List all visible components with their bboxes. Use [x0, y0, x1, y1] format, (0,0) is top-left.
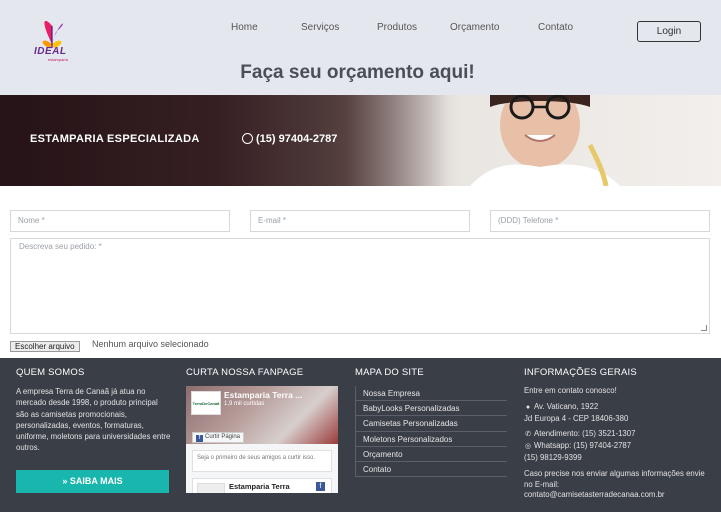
resize-handle-icon[interactable]	[701, 325, 707, 331]
sitemap-title: MAPA DO SITE	[355, 367, 424, 378]
fanpage-friends-note: Seja o primeiro de seus amigos a curtir …	[192, 450, 332, 472]
sitemap-link-camisetas[interactable]: Camisetas Personalizadas	[355, 416, 507, 432]
fanpage-post[interactable]: Estamparia Terra f	[192, 478, 332, 493]
fanpage-post-thumbnail	[197, 483, 225, 493]
banner-phone-number: (15) 97404-2787	[256, 133, 338, 145]
message-textarea[interactable]: Descreva seu pedido: *	[10, 238, 710, 334]
sitemap-link-moletons[interactable]: Moletons Personalizados	[355, 431, 507, 447]
page-title: Faça seu orçamento aqui!	[240, 62, 475, 83]
info-phone: ✆ Atendimento: (15) 3521-1307	[524, 429, 714, 441]
banner-woman-image	[470, 95, 660, 186]
sitemap-list: Nossa Empresa BabyLooks Personalizadas C…	[355, 386, 507, 478]
main-nav: Home Serviços Produtos Orçamento Contato	[212, 22, 612, 42]
hero-banner: ESTAMPARIA ESPECIALIZADA (15) 97404-2787	[0, 95, 721, 186]
site-header: IDEAL estamparia Home Serviços Produtos …	[0, 0, 721, 95]
map-marker-icon: ●	[525, 403, 531, 411]
sitemap-link-nossa-empresa[interactable]: Nossa Empresa	[355, 386, 507, 402]
facebook-widget[interactable]: TerraDeCanaã Estamparia Terra ... 1,9 mi…	[186, 386, 338, 493]
info-phone-text[interactable]: Atendimento: (15) 3521-1307	[534, 429, 635, 438]
about-title: QUEM SOMOS	[16, 367, 85, 378]
like-page-label: Curtir Página	[205, 434, 241, 440]
site-footer: QUEM SOMOS A empresa Terra de Canaã já a…	[0, 358, 721, 512]
info-email-intro: Caso precise nos enviar algumas informaç…	[524, 468, 705, 489]
fanpage-title: CURTA NOSSA FANPAGE	[186, 367, 304, 378]
name-field[interactable]: Nome *	[10, 210, 230, 232]
info-address: ● Av. Vaticano, 1922	[524, 402, 714, 414]
info-title: INFORMAÇÕES GERAIS	[524, 367, 637, 378]
info-email[interactable]: contato@camisetasterradecanaa.com.br	[524, 490, 714, 501]
fanpage-name[interactable]: Estamparia Terra ...	[224, 390, 302, 400]
info-whatsapp-text[interactable]: Whatsapp: (15) 97404-2787	[534, 441, 631, 450]
quote-form: Nome * E-mail * (DDD) Telefone * Descrev…	[0, 186, 721, 358]
login-button[interactable]: Login	[637, 21, 701, 42]
sitemap-link-orcamento[interactable]: Orçamento	[355, 446, 507, 462]
phone-icon: ✆	[525, 431, 531, 439]
contact-info: Entre em contato conosco! ● Av. Vaticano,…	[524, 386, 714, 501]
fanpage-likes: 1,9 mil curtidas	[224, 401, 265, 407]
nav-contato[interactable]: Contato	[538, 22, 573, 33]
whatsapp-icon	[242, 133, 253, 144]
fanpage-logo: TerraDeCanaã	[191, 391, 221, 415]
banner-phone[interactable]: (15) 97404-2787	[242, 133, 337, 145]
choose-file-button[interactable]: Escolher arquivo	[10, 341, 80, 352]
phone-field[interactable]: (DDD) Telefone *	[490, 210, 710, 232]
info-whatsapp-2[interactable]: (15) 98129-9399	[524, 453, 714, 464]
about-text: A empresa Terra de Canaã já atua no merc…	[16, 387, 171, 453]
banner-headline: ESTAMPARIA ESPECIALIZADA	[30, 133, 200, 145]
fanpage-post-name: Estamparia Terra	[229, 482, 290, 491]
facebook-icon: f	[316, 482, 325, 491]
email-field[interactable]: E-mail *	[250, 210, 470, 232]
nav-home[interactable]: Home	[231, 22, 258, 33]
whatsapp-icon: ◎	[524, 443, 532, 451]
like-page-button[interactable]: f Curtir Página	[192, 432, 245, 443]
info-address-line-1: Av. Vaticano, 1922	[534, 401, 599, 411]
nav-produtos[interactable]: Produtos	[377, 22, 417, 33]
nav-servicos[interactable]: Serviços	[301, 22, 339, 33]
message-placeholder: Descreva seu pedido: *	[19, 242, 102, 251]
sitemap-link-babylooks[interactable]: BabyLooks Personalizadas	[355, 401, 507, 417]
saiba-mais-button[interactable]: » SAIBA MAIS	[16, 470, 169, 493]
info-address-line-2: Jd Europa 4 - CEP 18406-380	[524, 413, 629, 423]
info-whatsapp: ◎ Whatsapp: (15) 97404-2787	[524, 441, 714, 453]
nav-orcamento[interactable]: Orçamento	[450, 22, 499, 33]
sitemap-link-contato[interactable]: Contato	[355, 461, 507, 478]
logo-wordmark: IDEAL	[34, 46, 67, 57]
info-intro: Entre em contato conosco!	[524, 386, 617, 395]
facebook-icon: f	[196, 435, 203, 442]
file-status: Nenhum arquivo selecionado	[92, 339, 209, 349]
